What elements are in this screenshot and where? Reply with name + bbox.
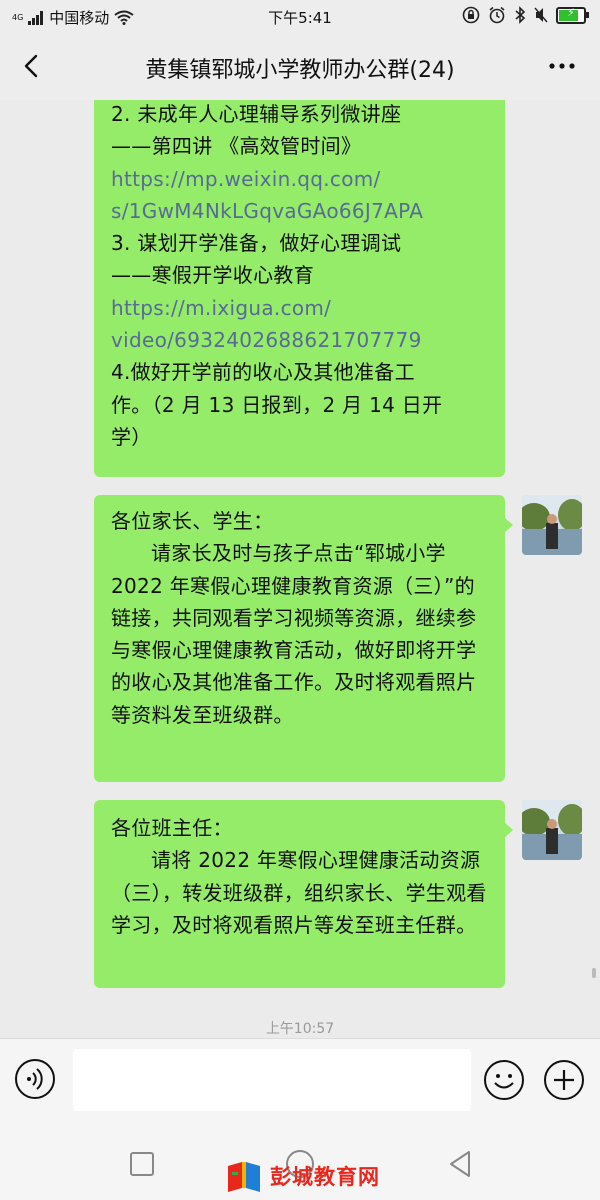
message-bubble[interactable]: 2. 未成年人心理辅导系列微讲座 ——第四讲 《高效管时间》 https://mp.… [94, 100, 505, 477]
message-body: 请将 2022 年寒假心理健康活动资源（三），转发班级群，组织家长、学生观看学习… [111, 848, 487, 937]
bubble-tail [504, 517, 513, 533]
emoji-icon[interactable] [482, 1058, 526, 1102]
message-line: 3. 谋划开学准备，做好心理调试 [111, 231, 402, 256]
watermark-logo [228, 1162, 260, 1192]
chat-title: 黄集镇郓城小学教师办公群(24) [145, 58, 455, 83]
status-bar: 4G 中国移动 下午5:41 ⚡ [0, 0, 600, 34]
message-line: 学） [111, 424, 152, 449]
message-bubble[interactable]: 各位家长、学生： 请家长及时与孩子点击“郓城小学 2022 年寒假心理健康教育资… [94, 495, 513, 782]
message-link[interactable]: https://mp.weixin.qq.com/ [111, 163, 491, 195]
bluetooth-icon [515, 6, 526, 24]
plus-icon[interactable] [542, 1058, 586, 1102]
message-line: 作。（2 月 13 日报到，2 月 14 日开 [111, 392, 443, 417]
chat-header: 黄集镇郓城小学教师办公群(24) [0, 34, 600, 100]
back-icon[interactable] [14, 46, 50, 86]
message-bubble[interactable]: 各位班主任： 请将 2022 年寒假心理健康活动资源（三），转发班级群，组织家长… [94, 800, 513, 988]
more-options-icon[interactable] [542, 46, 582, 86]
scrollbar-thumb[interactable] [592, 968, 596, 978]
message-input[interactable] [73, 1049, 471, 1111]
avatar[interactable] [522, 495, 582, 555]
message-body: 请家长及时与孩子点击“郓城小学 2022 年寒假心理健康教育资源（三）”的链接，… [111, 541, 477, 727]
bubble-tail [504, 822, 513, 838]
message-line: 4.做好开学前的收心及其他准备工 [111, 360, 415, 385]
avatar-photo-icon [522, 800, 582, 860]
message-line: ——第四讲 《高效管时间》 [111, 134, 362, 159]
watermark: 彭城教育网 [224, 1158, 380, 1194]
alarm-icon [489, 6, 505, 24]
mute-icon [534, 7, 548, 23]
recent-apps-icon[interactable] [124, 1146, 160, 1182]
message-line: ——寒假开学收心教育 [111, 263, 314, 288]
voice-input-icon[interactable] [14, 1058, 56, 1100]
message-link[interactable]: https://m.ixigua.com/ [111, 292, 491, 324]
battery-icon: ⚡ [556, 5, 589, 24]
rotation-lock-icon [462, 6, 480, 24]
message-timestamp: 上午10:57 [265, 1021, 335, 1037]
chat-message-list[interactable]: 2. 未成年人心理辅导系列微讲座 ——第四讲 《高效管时间》 https://mp.… [0, 100, 600, 1038]
avatar-photo-icon [522, 495, 582, 555]
watermark-text: 彭城教育网 [270, 1165, 380, 1189]
message-line: 2. 未成年人心理辅导系列微讲座 [111, 102, 402, 126]
charging-icon: ⚡ [567, 5, 575, 19]
message-link[interactable]: s/1GwM4NkLGqvaGAo66J7APA [111, 195, 491, 227]
back-nav-icon[interactable] [442, 1146, 478, 1182]
avatar[interactable] [522, 800, 582, 860]
status-right: ⚡ [462, 5, 589, 24]
message-greeting: 各位班主任： [111, 816, 233, 840]
message-link[interactable]: video/6932402688621707779 [111, 324, 491, 356]
input-bar [0, 1038, 600, 1129]
message-greeting: 各位家长、学生： [111, 509, 274, 533]
